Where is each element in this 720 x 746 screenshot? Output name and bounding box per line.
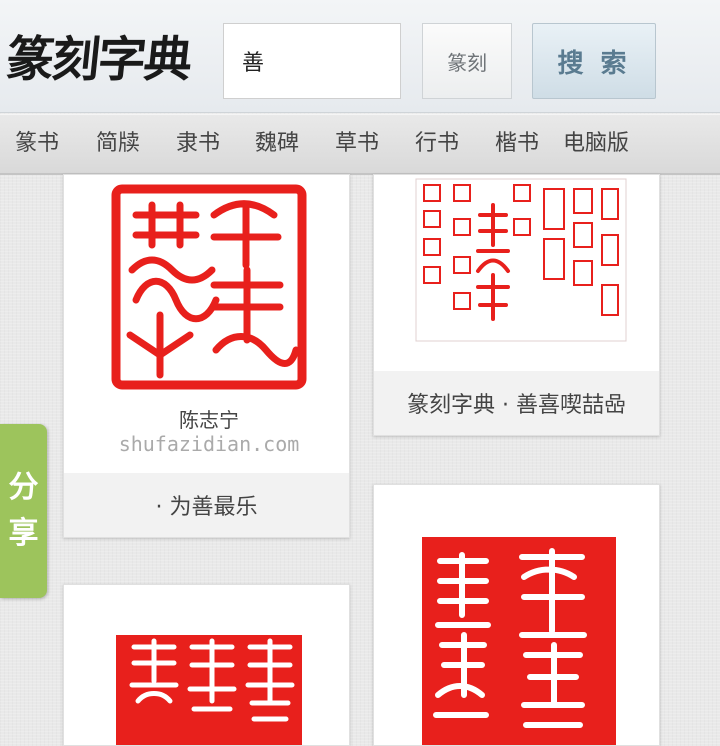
- nav-item-xingshu[interactable]: 行书: [415, 115, 459, 173]
- share-tab[interactable]: 分 享: [0, 424, 47, 598]
- share-label-bottom: 享: [8, 516, 39, 551]
- search-button[interactable]: 搜 索: [532, 23, 656, 99]
- share-label-top: 分: [8, 470, 39, 505]
- search-type-select[interactable]: 篆刻: [422, 23, 512, 99]
- search-input[interactable]: [223, 23, 401, 99]
- seal-image[interactable]: [374, 175, 659, 371]
- seal-impression-image: [116, 635, 302, 745]
- seal-card[interactable]: [373, 484, 660, 746]
- seal-image[interactable]: 陈志宁 shufazidian.com: [64, 175, 349, 473]
- seal-image[interactable]: [64, 585, 349, 745]
- nav-item-kaishu[interactable]: 楷书: [495, 115, 539, 173]
- watermark-author: 陈志宁: [179, 408, 239, 432]
- nav-item-desktop-version[interactable]: 电脑版: [563, 115, 629, 173]
- site-logo[interactable]: 篆刻字典: [3, 28, 214, 92]
- nav-item-jiandu[interactable]: 简牍: [96, 115, 140, 173]
- nav-item-zhuanshu[interactable]: 篆书: [15, 115, 59, 173]
- seal-card-caption[interactable]: 篆刻字典 · 善喜喫喆喦: [374, 371, 659, 435]
- seal-card-caption[interactable]: · 为善最乐: [64, 473, 349, 537]
- top-header: 篆刻字典 篆刻 搜 索: [0, 0, 720, 113]
- nav-item-lishu[interactable]: 隶书: [176, 115, 220, 173]
- nav-item-weibei[interactable]: 魏碑: [255, 115, 299, 173]
- seal-impression-image: 陈志宁 shufazidian.com: [111, 184, 307, 456]
- seal-chart-image: [415, 178, 627, 342]
- seal-card[interactable]: 篆刻字典 · 善喜喫喆喦: [373, 174, 660, 436]
- seal-image[interactable]: [374, 485, 659, 745]
- seal-card[interactable]: 陈志宁 shufazidian.com · 为善最乐: [63, 174, 350, 538]
- watermark-site: shufazidian.com: [119, 432, 300, 456]
- nav-item-caoshu[interactable]: 草书: [335, 115, 379, 173]
- seal-card[interactable]: [63, 584, 350, 746]
- script-style-nav: 篆书 简牍 隶书 魏碑 草书 行书 楷书 电脑版: [0, 114, 720, 175]
- seal-impression-image: [422, 537, 616, 745]
